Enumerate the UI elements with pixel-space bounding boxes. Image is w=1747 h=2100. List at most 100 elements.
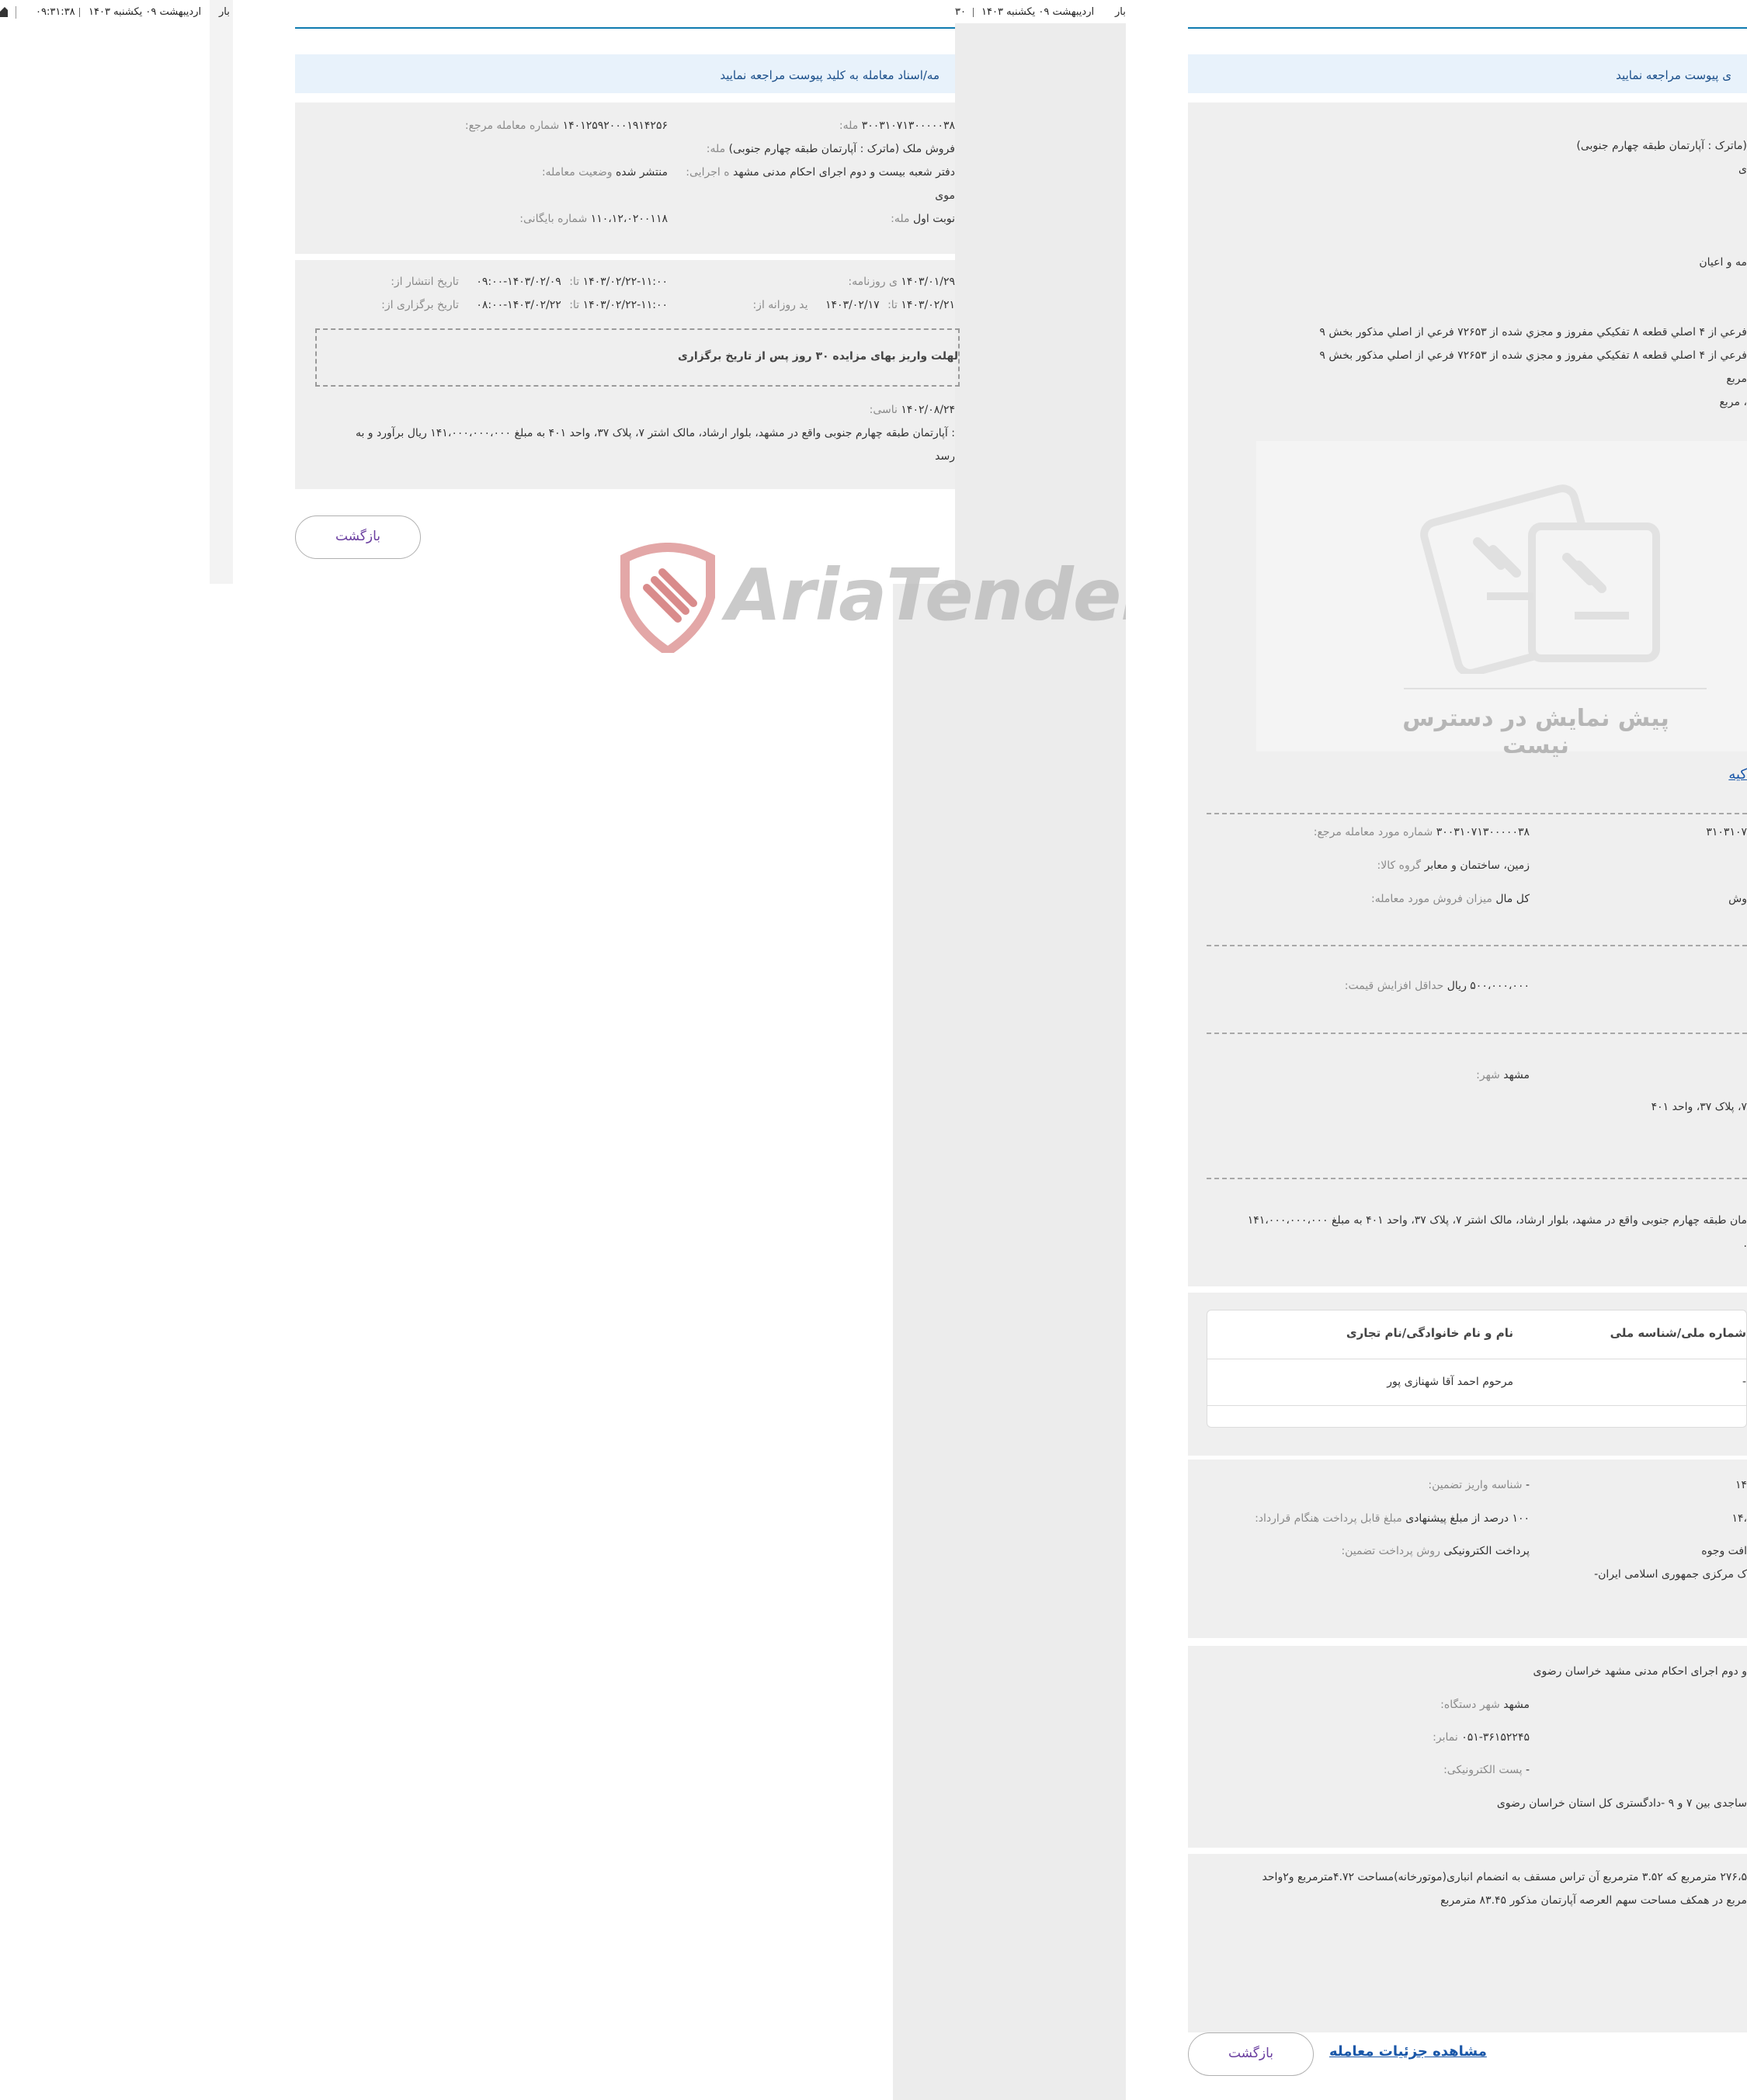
- ref-item-value: ۳۰۰۳۱۰۷۱۳۰۰۰۰۰۳۸: [1436, 826, 1530, 838]
- round-value: نوبت اول: [912, 213, 955, 225]
- left-topbar-time: ۰۹:۳۱:۳۸: [36, 6, 75, 18]
- archive-value: ۱۱۰،۱۲،۰۲۰۰۱۱۸: [590, 213, 668, 225]
- area-line1: ۲۷۶،۵ مترمربع که ۳.۵۲ مترمربع آن تراس مس…: [1262, 1871, 1747, 1883]
- org-address: ساجدی بین ۷ و ۹ -دادگستری کل استان خراسا…: [1496, 1797, 1747, 1810]
- watermark: AriaTender.neT: [617, 540, 1318, 658]
- org-city-row: مشهد شهر دستگاه:: [1440, 1699, 1530, 1711]
- left-topbar-sep: [79, 8, 80, 17]
- dash-line-2: [1207, 945, 1747, 946]
- home-icon[interactable]: [0, 6, 8, 17]
- middle-topbar: اردیبهشت ۰۹ یکشنبه ۱۴۰۳ ۳۰ بار: [955, 0, 1126, 23]
- visit-to-label: تا:: [887, 299, 898, 311]
- method-label: روش پرداخت تضمین:: [1341, 1545, 1440, 1557]
- fax-value: ۰۵۱-۳۶۱۵۲۲۴۵: [1461, 1731, 1530, 1744]
- visit-from: ۱۴۰۳/۰۲/۱۷: [825, 299, 880, 311]
- group-value: زمین، ساختمان و معابر: [1424, 859, 1530, 872]
- deadline-box: لهلت واریز بهای مزایده ۳۰ روز پس از تاری…: [315, 328, 960, 387]
- contract-pay-row: ۱۰۰ درصد از مبلغ پیشنهادی مبلغ قابل پردا…: [1255, 1512, 1530, 1525]
- right-panel: ی پیوست مراجعه نمایید (ماترک : آپارتمان …: [1126, 0, 1747, 2100]
- visit-to: ۱۴۰۳/۰۲/۲۱: [901, 299, 955, 311]
- ref-number-row: ۱۴۰۱۲۵۹۲۰۰۰۱۹۱۴۲۵۶ شماره معامله مرجع:: [465, 120, 668, 132]
- preview-box: پیش نمایش در دسترس نیست: [1256, 441, 1747, 759]
- publish-label: تاریخ انتشار از:: [391, 276, 459, 288]
- owners-card: شماره ملی/شناسه ملی نام و نام خانوادگی/ن…: [1188, 1293, 1747, 1456]
- middle-dates-card: ۱۴۰۳/۰۱/۲۹ ی روزنامه: ۱۴۰۳/۰۲/۲۲-۱۱:۰۰ ت…: [295, 260, 960, 489]
- exec-continued: موی: [935, 189, 955, 202]
- payment-card: - شناسه واریز تضمین: ۱۴ ۱۰۰ درصد از مبلغ…: [1188, 1460, 1747, 1638]
- ref-item-right: ۳۱۰۳۱۰۷: [1706, 826, 1747, 838]
- exec-label: ه اجرایی:: [686, 166, 730, 179]
- left-panel: ۰۹:۳۱:۳۸ اردیبهشت ۰۹ یکشنبه ۱۴۰۳ بار: [0, 0, 233, 584]
- contract-pay-label: مبلغ قابل پرداخت هنگام قرارداد:: [1255, 1512, 1402, 1525]
- newspaper-row: ۱۴۰۳/۰۱/۲۹ ی روزنامه:: [848, 276, 955, 288]
- publish-to: ۱۴۰۳/۰۲/۲۲-۱۱:۰۰: [582, 276, 668, 288]
- hold-to: ۱۴۰۳/۰۲/۲۲-۱۱:۰۰: [582, 299, 668, 311]
- ref-item-label: شماره مورد معامله مرجع:: [1313, 826, 1433, 838]
- hold-to-label: تا:: [569, 299, 580, 311]
- left-topbar-date: اردیبهشت ۰۹ یکشنبه ۱۴۰۳: [89, 6, 202, 18]
- city-value: مشهد: [1503, 1069, 1530, 1081]
- right-main-card: (ماترک : آپارتمان طبقه چهارم جنوبی) ی مه…: [1188, 102, 1747, 1286]
- round-row: نوبت اول مله:: [891, 213, 955, 225]
- title-label: مله:: [706, 143, 726, 155]
- right-line-2: ی: [1738, 163, 1747, 175]
- middle-desc-line1: : آپارتمان طبقه چهارم جنوبی واقع در مشهد…: [355, 427, 955, 439]
- middle-topbar-extra: بار: [1115, 6, 1126, 18]
- watermark-logo-icon: [617, 543, 718, 658]
- fax-label: نمابر:: [1433, 1731, 1458, 1744]
- preview-divider: [1404, 688, 1707, 689]
- ref-number-label: شماره معامله مرجع:: [464, 120, 560, 132]
- bank-name: ک مرکزی جمهوری اسلامی ایران-: [1594, 1568, 1747, 1581]
- right-back-button[interactable]: بازگشت: [1188, 2032, 1314, 2076]
- org-city-label: شهر دستگاه:: [1440, 1699, 1500, 1711]
- middle-info-card: ۳۰۰۳۱۰۷۱۳۰۰۰۰۰۳۸ مله: ۱۴۰۱۲۵۹۲۰۰۰۱۹۱۴۲۵۶…: [295, 102, 955, 254]
- org-city-value: مشهد: [1503, 1699, 1530, 1711]
- attach-link[interactable]: کیه: [1728, 766, 1747, 783]
- dash-line-3: [1207, 1033, 1747, 1034]
- deposit-id-label: شناسه واریز تضمین:: [1428, 1479, 1523, 1491]
- group-row: زمین، ساختمان و معابر گروه کالا:: [1377, 859, 1530, 872]
- owners-col-name: نام و نام خانوادگی/نام تجاری: [1346, 1326, 1513, 1340]
- right-desc-line2: .: [1743, 1237, 1747, 1250]
- middle-back-button[interactable]: بازگشت: [295, 515, 421, 559]
- sale-row: کل مال میزان فروش مورد معامله:: [1371, 893, 1530, 905]
- hold-label: تاریخ برگزاری از:: [381, 299, 459, 311]
- owners-col-id: شماره ملی/شناسه ملی: [1610, 1326, 1746, 1340]
- archive-row: ۱۱۰،۱۲،۰۲۰۰۱۱۸ شماره بایگانی:: [519, 213, 668, 225]
- dash-line-4: [1207, 1178, 1747, 1179]
- left-topbar-extra: بار: [219, 6, 230, 18]
- org-card: و دوم اجرای احکام مدنی مشهد خراسان رضوی …: [1188, 1646, 1747, 1848]
- publish-from: ۱۴۰۳/۰۲/۰۹-۰۹:۰۰: [476, 276, 561, 288]
- gavel-document-icon: [1415, 472, 1672, 677]
- address-fragment: ۷، پلاک ۳۷، واحد ۴۰۱: [1651, 1101, 1747, 1113]
- email-row: - پست الکترونیکی:: [1443, 1764, 1530, 1776]
- dash-line-1: [1207, 813, 1747, 814]
- newspaper-label: ی روزنامه:: [848, 276, 898, 288]
- middle-topbar-sep: [973, 8, 974, 17]
- middle-content: مه/اسناد معامله به کلید پیوست مراجعه نما…: [295, 0, 960, 584]
- right-line-6: مربع: [1726, 373, 1747, 385]
- city-label: شهر:: [1476, 1069, 1500, 1081]
- right-line-4: فرعي از ۴ اصلي قطعه ۸ تفکيکي مفروز و مجز…: [1319, 326, 1747, 338]
- preview-unavailable-text: پیش نمایش در دسترس نیست: [1402, 705, 1669, 759]
- middle-topbar-fragment-2: ۳۰: [955, 6, 966, 18]
- exec-row: دفتر شعبه بیست و دوم اجرای احکام مدنی مش…: [686, 166, 955, 179]
- method-row: پرداخت الکترونیکی روش پرداخت تضمین:: [1341, 1545, 1530, 1557]
- right-line-1: (ماترک : آپارتمان طبقه چهارم جنوبی): [1576, 140, 1747, 152]
- hold-row: ۱۴۰۳/۰۲/۲۲-۱۱:۰۰ تا: ۱۴۰۳/۰۲/۲۲-۰۸:۰۰ تا…: [381, 299, 668, 311]
- round-label: مله:: [891, 213, 910, 225]
- owners-row-divider: [1207, 1405, 1747, 1406]
- archive-label: شماره بایگانی:: [519, 213, 588, 225]
- expert-date: ۱۴۰۲/۰۸/۲۴: [901, 404, 955, 416]
- view-deal-details-link[interactable]: مشاهده جزئیات معامله: [1329, 2043, 1487, 2060]
- owners-row-id: -: [1742, 1376, 1746, 1388]
- fax-row: ۰۵۱-۳۶۱۵۲۲۴۵ نمابر:: [1433, 1731, 1530, 1744]
- status-value: منتشر شده: [615, 166, 668, 179]
- middle-notice: مه/اسناد معامله به کلید پیوست مراجعه نما…: [295, 54, 955, 93]
- right-line-3: مه و اعیان: [1699, 256, 1747, 269]
- middle-topbar-date: اردیبهشت ۰۹ یکشنبه ۱۴۰۳: [981, 6, 1095, 18]
- right-top-line: [1188, 27, 1747, 29]
- publish-row: ۱۴۰۳/۰۲/۲۲-۱۱:۰۰ تا: ۱۴۰۳/۰۲/۰۹-۰۹:۰۰ تا…: [391, 276, 668, 288]
- payment-right-1: ۱۴: [1735, 1479, 1747, 1491]
- right-line-7: ، مربع: [1719, 396, 1747, 408]
